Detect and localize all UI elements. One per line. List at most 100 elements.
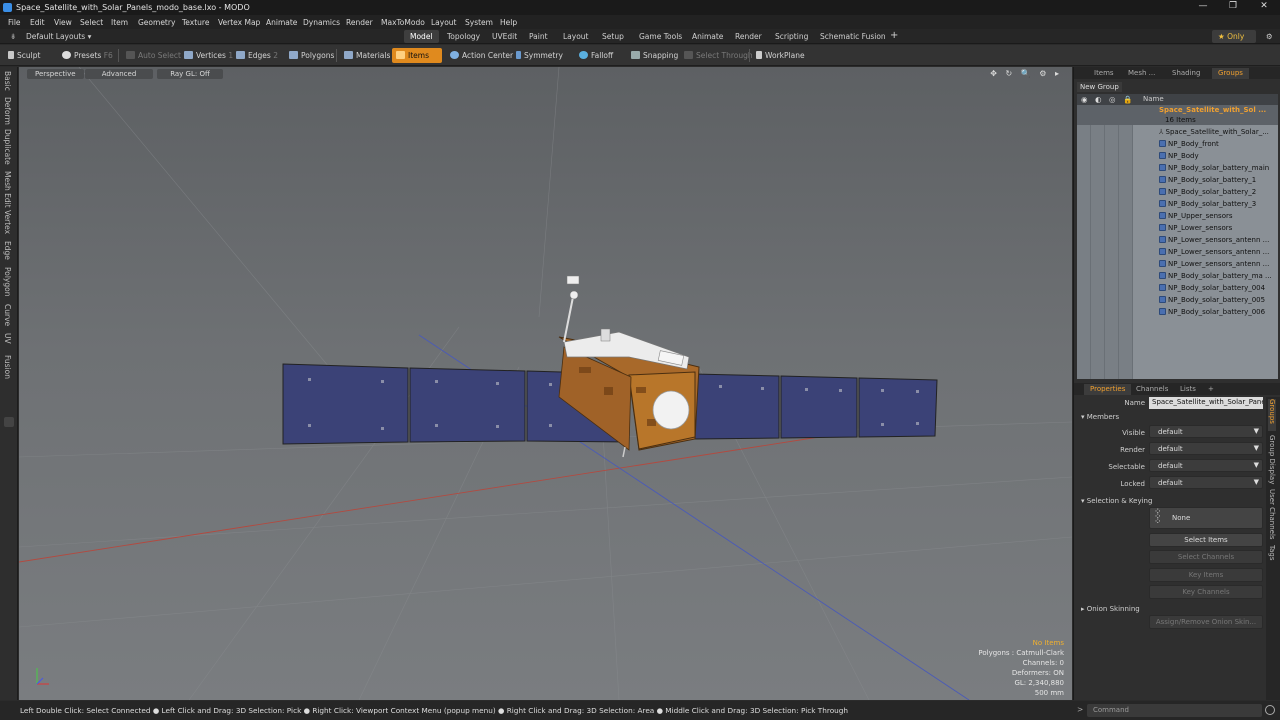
tab-lists[interactable]: Lists <box>1174 384 1202 395</box>
viewport-nav-icons[interactable]: ✥ ↻ 🔍 ⚙ ▸ <box>990 69 1062 78</box>
tab-paint[interactable]: Paint <box>523 30 554 43</box>
tree-item[interactable]: NP_Upper_sensors <box>1077 210 1278 222</box>
tree-item[interactable]: NP_Body_solar_battery_005 <box>1077 294 1278 306</box>
tree-item[interactable]: NP_Lower_sensors_antenn ... <box>1077 234 1278 246</box>
menu-item[interactable]: Item <box>111 18 128 27</box>
polygons-button[interactable]: Polygons <box>285 48 338 63</box>
side-tab-tags[interactable]: Tags <box>1268 545 1276 561</box>
menu-file[interactable]: File <box>8 18 21 27</box>
menu-help[interactable]: Help <box>500 18 517 27</box>
default-layouts-dropdown[interactable]: Default Layouts ▾ <box>20 30 97 43</box>
edges-button[interactable]: Edges 2 <box>232 48 282 63</box>
select-items-button[interactable]: Select Items <box>1149 533 1263 547</box>
onion-skinning-section-header[interactable]: ▸ Onion Skinning <box>1081 605 1140 613</box>
tree-item[interactable]: NP_Body_solar_battery_1 <box>1077 174 1278 186</box>
none-selection-button[interactable]: ⁘ ⁘ ⁘ None <box>1149 507 1263 529</box>
tab-edge[interactable]: Edge <box>3 241 12 260</box>
assign-onion-skin-button[interactable]: Assign/Remove Onion Skin... <box>1149 615 1263 629</box>
only-toggle[interactable]: ★ Only <box>1212 30 1256 43</box>
menu-animate[interactable]: Animate <box>266 18 297 27</box>
menu-dynamics[interactable]: Dynamics <box>303 18 340 27</box>
maximize-button[interactable]: ❐ <box>1225 1 1241 14</box>
tab-animate[interactable]: Animate <box>686 30 729 43</box>
tree-item[interactable]: NP_Body_solar_battery_2 <box>1077 186 1278 198</box>
snapping-button[interactable]: Snapping <box>627 48 682 63</box>
add-tab-button[interactable]: + <box>884 30 904 43</box>
workplane-button[interactable]: WorkPlane <box>752 48 809 63</box>
tab-basic[interactable]: Basic <box>3 71 12 91</box>
group-name-input[interactable]: Space_Satellite_with_Solar_Panels <box>1149 397 1263 409</box>
menu-maxtomodo[interactable]: MaxToModo <box>381 18 425 27</box>
key-channels-button[interactable]: Key Channels <box>1149 585 1263 599</box>
tab-groups[interactable]: Groups <box>1212 68 1249 79</box>
add-panel-tab-button[interactable]: + <box>1202 384 1220 395</box>
tab-fusion[interactable]: Fusion <box>3 355 12 379</box>
close-button[interactable]: ✕ <box>1256 1 1272 14</box>
tab-uvedit[interactable]: UVEdit <box>486 30 523 43</box>
tab-items[interactable]: Items <box>1088 68 1120 79</box>
tab-topology[interactable]: Topology <box>441 30 486 43</box>
tab-duplicate[interactable]: Duplicate <box>3 129 12 165</box>
tree-item[interactable]: NP_Body_solar_battery_004 <box>1077 282 1278 294</box>
tree-item[interactable]: NP_Body_solar_battery_3 <box>1077 198 1278 210</box>
menu-vertex-map[interactable]: Vertex Map <box>218 18 260 27</box>
perspective-button[interactable]: Perspective <box>27 69 84 79</box>
visible-dropdown[interactable]: default ▼ <box>1149 425 1263 438</box>
tab-channels[interactable]: Channels <box>1130 384 1174 395</box>
ray-gl-button[interactable]: Ray GL: Off <box>157 69 223 79</box>
side-tab-group-display[interactable]: Group Display <box>1268 435 1276 484</box>
menu-texture[interactable]: Texture <box>182 18 209 27</box>
tree-item[interactable]: NP_Body_solar_battery_006 <box>1077 306 1278 318</box>
tab-curve[interactable]: Curve <box>3 304 12 326</box>
menu-select[interactable]: Select <box>80 18 103 27</box>
tab-game-tools[interactable]: Game Tools <box>633 30 688 43</box>
eye-icon[interactable]: ◉ <box>1081 95 1088 104</box>
selection-keying-section-header[interactable]: ▾ Selection & Keying <box>1081 497 1152 505</box>
sculpt-button[interactable]: Sculpt <box>4 48 44 63</box>
falloff-button[interactable]: Falloff <box>575 48 617 63</box>
menu-layout[interactable]: Layout <box>431 18 457 27</box>
panel-toggle-icon[interactable] <box>4 417 14 427</box>
tab-uv[interactable]: UV <box>3 333 12 344</box>
tab-shading[interactable]: Shading <box>1166 68 1206 79</box>
side-tab-groups[interactable]: Groups <box>1268 399 1276 431</box>
action-center-button[interactable]: Action Center <box>446 48 517 63</box>
selectable-dropdown[interactable]: default ▼ <box>1149 459 1263 472</box>
tab-schematic-fusion[interactable]: Schematic Fusion <box>814 30 892 43</box>
tab-model[interactable]: Model <box>404 30 439 43</box>
group-row[interactable]: Space_Satellite_with_Sol ... 16 Items <box>1077 105 1278 125</box>
advanced-button[interactable]: Advanced <box>85 69 153 79</box>
menu-system[interactable]: System <box>465 18 493 27</box>
tab-deform[interactable]: Deform <box>3 97 12 125</box>
new-group-button[interactable]: New Group <box>1077 82 1122 92</box>
menu-view[interactable]: View <box>54 18 72 27</box>
minimize-button[interactable]: — <box>1195 1 1211 14</box>
menu-geometry[interactable]: Geometry <box>138 18 175 27</box>
tab-vertex[interactable]: Vertex <box>3 210 12 234</box>
side-tab-user-channels[interactable]: User Channels <box>1268 489 1276 540</box>
materials-button[interactable]: Materials <box>340 48 394 63</box>
lock-icon[interactable]: 🔒 <box>1123 95 1132 104</box>
items-button[interactable]: Items <box>392 48 442 63</box>
tree-item[interactable]: NP_Body <box>1077 150 1278 162</box>
select-icon[interactable]: ◎ <box>1109 95 1116 104</box>
tree-item[interactable]: NP_Lower_sensors_antenn ... <box>1077 258 1278 270</box>
tree-item[interactable]: NP_Body_solar_battery_main <box>1077 162 1278 174</box>
render-icon[interactable]: ◐ <box>1095 95 1102 104</box>
render-dropdown[interactable]: default ▼ <box>1149 442 1263 455</box>
symmetry-button[interactable]: Symmetry <box>512 48 567 63</box>
tree-item[interactable]: ⅄ Space_Satellite_with_Solar_... <box>1077 126 1278 138</box>
tree-item[interactable]: NP_Body_solar_battery_ma ... <box>1077 270 1278 282</box>
locked-dropdown[interactable]: default ▼ <box>1149 476 1263 489</box>
tab-setup[interactable]: Setup <box>596 30 630 43</box>
tab-render[interactable]: Render <box>729 30 768 43</box>
gear-icon[interactable]: ⚙ <box>1260 30 1279 43</box>
presets-button[interactable]: Presets F6 <box>58 48 117 63</box>
command-history-icon[interactable] <box>1265 705 1275 715</box>
tab-polygon[interactable]: Polygon <box>3 267 12 296</box>
menu-render[interactable]: Render <box>346 18 373 27</box>
tab-mesh[interactable]: Mesh ... <box>1122 68 1161 79</box>
tab-layout[interactable]: Layout <box>557 30 595 43</box>
tree-item[interactable]: NP_Lower_sensors <box>1077 222 1278 234</box>
key-items-button[interactable]: Key Items <box>1149 568 1263 582</box>
